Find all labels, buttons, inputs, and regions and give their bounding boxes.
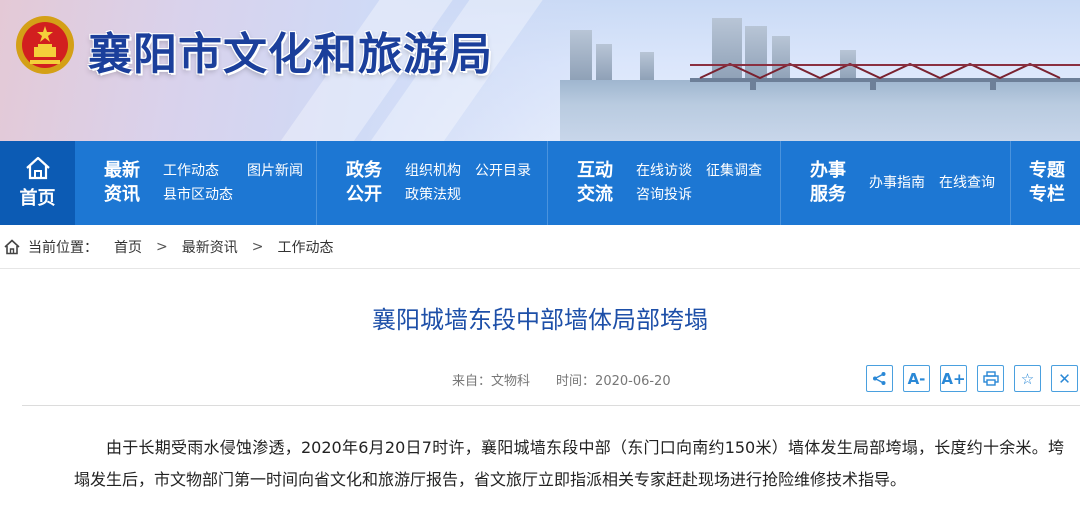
nav-section-head[interactable]: 最新资讯	[103, 159, 141, 207]
print-button[interactable]	[977, 365, 1004, 392]
nav-link-photo-news[interactable]: 图片新闻	[247, 162, 303, 180]
breadcrumb: 当前位置： 首页 > 最新资讯 > 工作动态	[0, 225, 1080, 269]
article-body: 由于长期受雨水侵蚀渗透，2020年6月20日7时许，襄阳城墙东段中部（东门口向南…	[74, 438, 1064, 489]
banner-building	[570, 30, 592, 80]
breadcrumb-separator: >	[251, 238, 264, 255]
banner-building	[596, 44, 612, 80]
nav-link-query[interactable]: 在线查询	[939, 174, 995, 192]
favorite-star-icon: ☆	[1020, 369, 1035, 388]
time-value: 2020-06-20	[595, 374, 671, 389]
nav-link-catalog[interactable]: 公开目录	[475, 162, 531, 180]
breadcrumb-work-news[interactable]: 工作动态	[277, 237, 333, 257]
font-increase-button[interactable]: A+	[940, 365, 967, 392]
print-icon	[982, 371, 999, 386]
header-banner: 襄阳市文化和旅游局	[0, 0, 1080, 141]
font-increase-icon: A+	[941, 369, 966, 388]
favorite-button[interactable]: ☆	[1014, 365, 1041, 392]
nav-section-gov: 政务公开 组织机构 公开目录 政策法规	[317, 141, 548, 225]
breadcrumb-prefix: 当前位置：	[28, 239, 98, 256]
close-button[interactable]: ✕	[1051, 365, 1078, 392]
banner-bridge	[690, 62, 1080, 90]
nav-link-work-news[interactable]: 工作动态	[163, 162, 233, 180]
banner-building	[640, 52, 654, 80]
nav-section-service: 办事服务 办事指南 在线查询	[781, 141, 1011, 225]
article-toolbar: A- A+ ☆ ✕	[866, 365, 1078, 392]
font-decrease-icon: A-	[907, 369, 926, 388]
nav-section-head[interactable]: 专题专栏	[1028, 159, 1066, 207]
share-icon	[873, 372, 886, 385]
article-title: 襄阳城墙东段中部墙体局部垮塌	[372, 306, 708, 334]
nav-link-policy[interactable]: 政策法规	[405, 186, 461, 204]
nav-section-head[interactable]: 办事服务	[809, 159, 847, 207]
nav-home[interactable]: 首页	[0, 141, 75, 225]
source-value: 文物科	[491, 374, 531, 389]
source-label: 来自：	[452, 374, 492, 389]
close-icon: ✕	[1058, 369, 1071, 388]
breadcrumb-home[interactable]: 首页	[114, 237, 142, 257]
share-button[interactable]	[866, 365, 893, 392]
home-icon	[25, 156, 50, 180]
nav-link-county-news[interactable]: 县市区动态	[163, 186, 233, 204]
nav-section-head[interactable]: 互动交流	[576, 159, 614, 207]
nav-section-interact: 互动交流 在线访谈 征集调查 咨询投诉	[548, 141, 781, 225]
nav-link-org[interactable]: 组织机构	[405, 162, 461, 180]
site-title: 襄阳市文化和旅游局	[88, 29, 493, 80]
breadcrumb-separator: >	[156, 238, 168, 255]
time-label: 时间：	[556, 374, 596, 389]
nav-link-survey[interactable]: 征集调查	[706, 162, 762, 180]
nav-home-label: 首页	[19, 188, 56, 209]
nav-section-head[interactable]: 政务公开	[345, 159, 383, 207]
article-meta: 来自：文物科 时间：2020-06-20	[452, 370, 671, 389]
breadcrumb-news[interactable]: 最新资讯	[182, 237, 238, 257]
font-decrease-button[interactable]: A-	[903, 365, 930, 392]
nav-link-guide[interactable]: 办事指南	[869, 174, 925, 192]
nav-section-special: 专题专栏	[1011, 141, 1080, 225]
nav-link-interview[interactable]: 在线访谈	[636, 162, 692, 180]
home-icon	[4, 238, 20, 254]
main-nav: 首页 最新资讯 工作动态 图片新闻 县市区动态 政务公开 组织机构 公开目录 政…	[0, 141, 1080, 225]
nav-link-complaint[interactable]: 咨询投诉	[636, 186, 692, 204]
divider	[22, 405, 1080, 406]
national-emblem-icon	[16, 16, 74, 74]
nav-section-news: 最新资讯 工作动态 图片新闻 县市区动态	[75, 141, 317, 225]
